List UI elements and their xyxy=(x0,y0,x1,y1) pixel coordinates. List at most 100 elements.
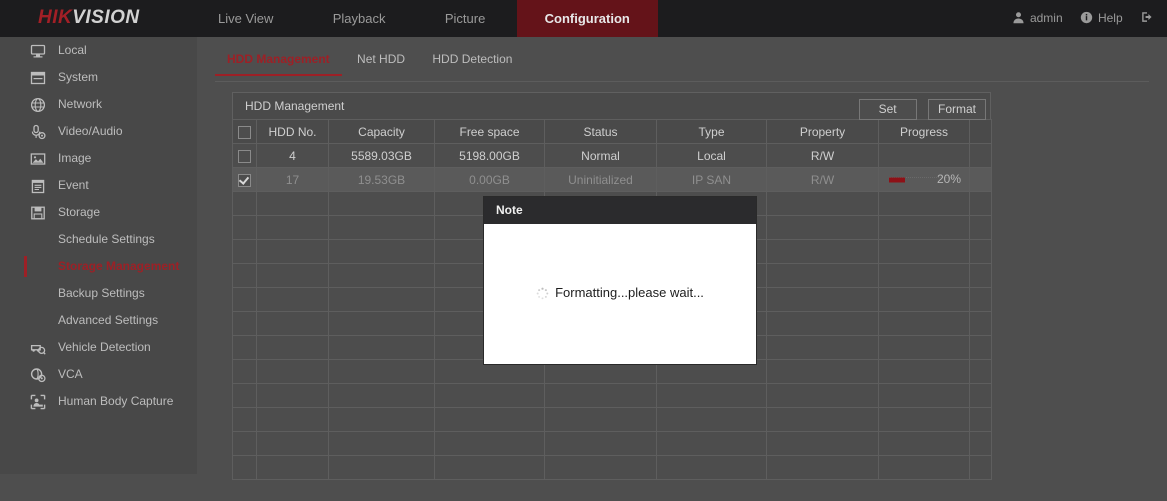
picture-icon xyxy=(30,151,46,167)
cell-empty xyxy=(232,383,257,408)
window-icon xyxy=(30,70,46,86)
cell-empty xyxy=(256,407,329,432)
sidebar-item-backup-settings[interactable]: Backup Settings xyxy=(0,280,197,307)
tabs-divider xyxy=(215,81,1149,82)
cell-empty xyxy=(878,215,970,240)
set-button[interactable]: Set xyxy=(858,99,917,120)
cell-empty xyxy=(232,215,257,240)
cell-free-space: 5198.00GB xyxy=(434,143,545,168)
cell-empty xyxy=(328,431,435,456)
cell-empty xyxy=(766,407,879,432)
cell-empty xyxy=(544,383,657,408)
cell-progress xyxy=(878,143,970,168)
cell-empty xyxy=(878,383,970,408)
cell-empty xyxy=(256,359,329,384)
cell-empty xyxy=(766,359,879,384)
cell-empty xyxy=(256,263,329,288)
user-name: admin xyxy=(1029,11,1063,25)
sidebar-item-storage[interactable]: Storage xyxy=(0,199,197,226)
cell-empty xyxy=(878,311,970,336)
tab-hdd-management[interactable]: HDD Management xyxy=(215,45,342,76)
cell-empty xyxy=(232,335,257,360)
modal-message-text: Formatting...please wait... xyxy=(555,285,704,300)
cell-empty xyxy=(766,335,879,360)
app-header: HIKVISION Live View Playback Picture Con… xyxy=(0,0,1167,38)
select-all-cell[interactable] xyxy=(232,119,257,144)
tab-hdd-detection[interactable]: HDD Detection xyxy=(420,45,524,74)
sidebar-item-label: Event xyxy=(58,178,89,192)
cell-empty xyxy=(328,359,435,384)
cell-empty xyxy=(256,335,329,360)
sidebar-item-human-body-capture[interactable]: Human Body Capture xyxy=(0,388,197,415)
cell-empty xyxy=(969,359,992,384)
tab-net-hdd[interactable]: Net HDD xyxy=(345,45,417,74)
cell-empty xyxy=(232,359,257,384)
table-header-row: HDD No. Capacity Free space Status Type … xyxy=(232,119,992,144)
cell-empty xyxy=(256,191,329,216)
select-all-checkbox[interactable] xyxy=(238,125,251,139)
table-row[interactable]: 4 5589.03GB 5198.00GB Normal Local R/W xyxy=(232,143,992,168)
cell-empty xyxy=(232,311,257,336)
row-checkbox[interactable] xyxy=(238,173,251,187)
row-checkbox[interactable] xyxy=(238,149,251,163)
cell-empty xyxy=(766,311,879,336)
cell-empty xyxy=(878,359,970,384)
vca-icon xyxy=(30,367,46,383)
cell-empty xyxy=(434,455,545,480)
note-modal: Note Formatting...please wait... xyxy=(484,197,756,364)
sidebar-item-image[interactable]: Image xyxy=(0,145,197,172)
sidebar-item-schedule-settings[interactable]: Schedule Settings xyxy=(0,226,197,253)
cell-empty xyxy=(766,263,879,288)
sidebar-item-label: Network xyxy=(58,97,103,111)
cell-empty xyxy=(328,263,435,288)
nav-tab-live-view[interactable]: Live View xyxy=(190,0,301,37)
sidebar-item-event[interactable]: Event xyxy=(0,172,197,199)
sidebar-item-label: Storage xyxy=(58,205,101,219)
progress-label: 20% xyxy=(936,172,961,186)
sidebar-item-advanced-settings[interactable]: Advanced Settings xyxy=(0,307,197,334)
cell-capacity: 19.53GB xyxy=(328,167,435,192)
user-menu[interactable]: admin xyxy=(1012,0,1063,37)
row-select-cell[interactable] xyxy=(232,167,257,192)
cell-empty xyxy=(969,407,992,432)
sidebar-item-vehicle-detection[interactable]: Vehicle Detection xyxy=(0,334,197,361)
sidebar-item-vca[interactable]: VCA xyxy=(0,361,197,388)
cell-empty xyxy=(969,191,992,216)
cell-progress: 20% xyxy=(878,167,970,192)
cell-empty xyxy=(256,431,329,456)
cell-empty xyxy=(328,455,435,480)
cell-empty xyxy=(434,407,545,432)
nav-tab-picture[interactable]: Picture xyxy=(417,0,513,37)
help-button[interactable]: Help xyxy=(1080,0,1123,37)
cell-empty xyxy=(256,287,329,312)
cell-empty xyxy=(328,311,435,336)
cell-empty xyxy=(969,311,992,336)
cell-empty xyxy=(544,407,657,432)
cell-empty xyxy=(878,191,970,216)
cell-empty xyxy=(969,431,992,456)
table-row[interactable]: 17 19.53GB 0.00GB Uninitialized IP SAN R… xyxy=(232,167,992,192)
nav-tab-playback[interactable]: Playback xyxy=(305,0,414,37)
cell-type: IP SAN xyxy=(656,167,767,192)
modal-title: Note xyxy=(484,197,756,224)
sidebar-item-label: Image xyxy=(58,151,92,165)
format-button[interactable]: Format xyxy=(927,99,986,120)
sidebar-item-video-audio[interactable]: Video/Audio xyxy=(0,118,197,145)
sidebar-item-storage-management[interactable]: Storage Management xyxy=(0,253,197,280)
nav-tab-configuration[interactable]: Configuration xyxy=(516,0,658,37)
row-select-cell[interactable] xyxy=(232,143,257,168)
cell-empty xyxy=(766,191,879,216)
hikvision-config-page: HIKVISION Live View Playback Picture Con… xyxy=(0,0,1167,501)
column-header-capacity: Capacity xyxy=(328,119,435,144)
sidebar-item-network[interactable]: Network xyxy=(0,91,197,118)
table-row-empty xyxy=(232,455,992,480)
column-header-property: Property xyxy=(766,119,879,144)
column-header-free-space: Free space xyxy=(434,119,545,144)
cell-empty xyxy=(878,287,970,312)
sidebar-item-system[interactable]: System xyxy=(0,64,197,91)
logout-button[interactable] xyxy=(1140,0,1159,37)
sidebar-item-local[interactable]: Local xyxy=(0,37,197,64)
cell-empty xyxy=(232,455,257,480)
cell-empty xyxy=(328,239,435,264)
table-row-empty xyxy=(232,407,992,432)
